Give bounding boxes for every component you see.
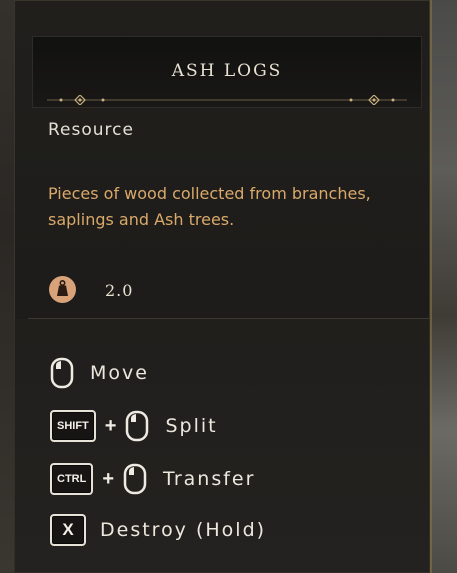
action-transfer: CTRL + Transfer xyxy=(50,462,255,496)
weight-icon xyxy=(49,276,76,303)
mouse-left-click-icon xyxy=(50,357,74,389)
shift-key-icon: SHIFT xyxy=(50,410,96,442)
item-tooltip: ASH LOGS Resource Pieces of wood collect… xyxy=(14,0,430,573)
plus-symbol: + xyxy=(102,467,115,490)
item-name: ASH LOGS xyxy=(171,61,283,81)
action-split-label: Split xyxy=(165,415,218,437)
action-transfer-label: Transfer xyxy=(163,468,256,490)
ctrl-key-icon: CTRL xyxy=(50,463,94,495)
header-ornament xyxy=(47,95,407,105)
action-split: SHIFT + Split xyxy=(50,409,218,443)
tooltip-header: ASH LOGS xyxy=(32,36,422,108)
action-move: Move xyxy=(50,356,149,390)
action-destroy: X Destroy (Hold) xyxy=(50,513,266,547)
x-key-icon: X xyxy=(50,514,86,546)
background-panel-right xyxy=(430,0,457,573)
background-panel-left xyxy=(0,0,14,573)
plus-symbol: + xyxy=(104,414,117,437)
item-type: Resource xyxy=(48,120,134,140)
item-description: Pieces of wood collected from branches, … xyxy=(48,184,371,229)
item-weight: 2.0 xyxy=(105,281,134,300)
mouse-left-click-icon xyxy=(123,463,147,495)
action-destroy-label: Destroy (Hold) xyxy=(100,519,267,541)
action-move-label: Move xyxy=(90,362,149,384)
mouse-left-click-icon xyxy=(126,410,149,442)
